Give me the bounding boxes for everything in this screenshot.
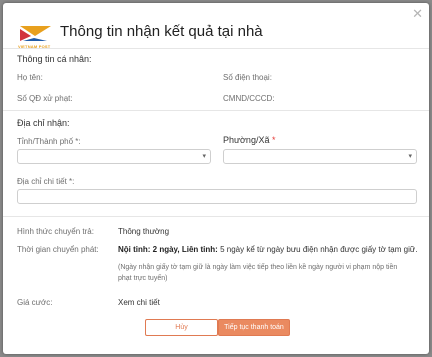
chevron-down-icon: ▾ [202, 153, 206, 160]
divider [3, 216, 429, 217]
envelope-logo-icon [20, 26, 51, 41]
delivery-method-label: Hình thức chuyển trả: [17, 227, 94, 236]
name-label: Họ tên: [17, 73, 43, 82]
delivery-time-label: Thời gian chuyển phát: [17, 245, 99, 254]
phone-label: Số điện thoại: [223, 73, 272, 82]
delivery-method-value: Thông thường [118, 227, 170, 236]
divider [3, 110, 429, 111]
chevron-down-icon: ▾ [408, 153, 412, 160]
fee-details-link[interactable]: Xem chi tiết [118, 298, 160, 307]
detail-address-input[interactable] [17, 189, 417, 204]
province-label: Tỉnh/Thành phố *: [17, 137, 81, 146]
province-select[interactable]: ▾ [17, 149, 211, 164]
vietnam-post-logo: VIETNAM POST [18, 23, 55, 49]
fee-label: Giá cước: [17, 298, 53, 307]
delivery-time-value: Nội tỉnh: 2 ngày, Liên tỉnh: 5 ngày kể t… [118, 245, 418, 254]
id-number-label: CMND/CCCD: [223, 94, 275, 103]
close-icon[interactable]: ✕ [412, 7, 423, 20]
personal-info-heading: Thông tin cá nhân: [17, 54, 92, 64]
dialog-title: Thông tin nhận kết quả tại nhà [60, 23, 263, 40]
ward-select[interactable]: ▾ [223, 149, 417, 164]
delivery-note-line2: phạt trực tuyến) [118, 275, 168, 282]
address-heading: Địa chỉ nhận: [17, 118, 70, 128]
continue-payment-button[interactable]: Tiếp tục thanh toán [218, 319, 290, 336]
divider [3, 48, 429, 49]
delivery-note-line1: (Ngày nhận giấy tờ tạm giữ là ngày làm v… [118, 264, 398, 271]
cancel-button[interactable]: Hủy [145, 319, 218, 336]
delivery-dialog: ✕ VIETNAM POST Thông tin nhận kết quả tạ… [3, 3, 429, 354]
decision-number-label: Số QĐ xử phạt: [17, 94, 73, 103]
ward-label: Phường/Xã * [223, 135, 276, 145]
detail-address-label: Địa chỉ chi tiết *: [17, 177, 75, 186]
